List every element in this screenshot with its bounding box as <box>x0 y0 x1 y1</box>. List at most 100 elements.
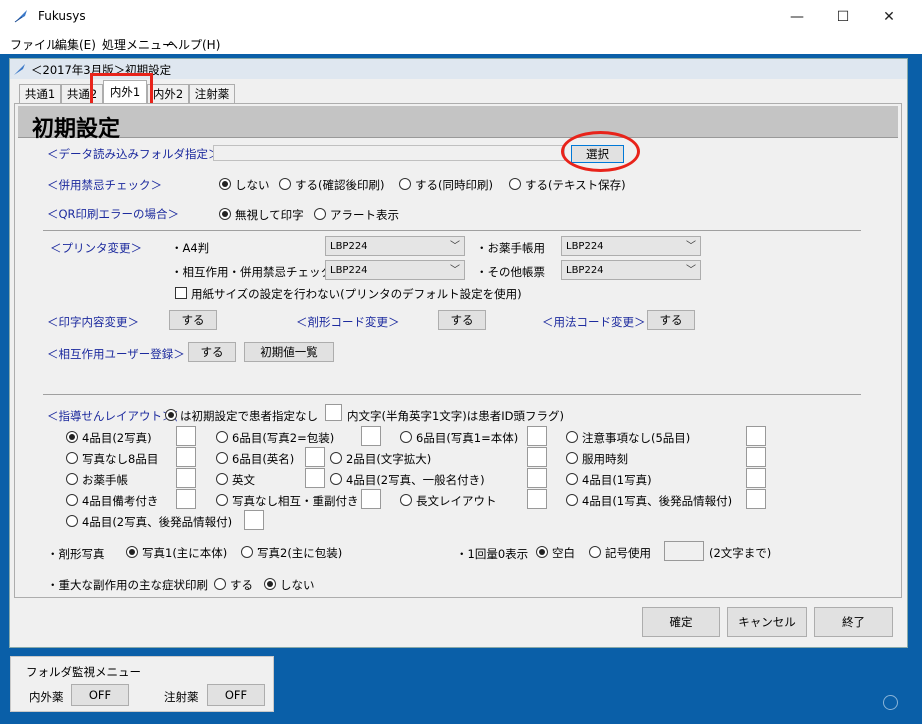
side-effect-radio-yes[interactable] <box>214 578 226 590</box>
menu-help[interactable]: ヘルプ(H) <box>166 36 220 53</box>
layout-radio-5[interactable] <box>66 452 78 464</box>
layout-option-12: 4品目(1写真) <box>582 473 652 487</box>
form-code-button[interactable]: する <box>438 310 486 330</box>
layout-flag-8[interactable] <box>746 447 766 467</box>
print-change-button[interactable]: する <box>169 310 217 330</box>
chevron-down-icon: ﹀ <box>686 265 696 276</box>
side-effect-option-no: しない <box>280 578 315 592</box>
interact-user-button[interactable]: する <box>188 342 236 362</box>
layout-flag-14[interactable] <box>361 489 381 509</box>
layout-radio-2[interactable] <box>216 431 228 443</box>
layout-radio-14[interactable] <box>216 494 228 506</box>
layout-radio-12[interactable] <box>566 473 578 485</box>
maximize-button[interactable]: ☐ <box>820 0 866 34</box>
qr-radio-ignore[interactable] <box>219 208 231 220</box>
layout-flag-13[interactable] <box>176 489 196 509</box>
layout-flag-10[interactable] <box>305 468 325 488</box>
layout-flag-11[interactable] <box>527 468 547 488</box>
layout-flag-2[interactable] <box>361 426 381 446</box>
layout-radio-6[interactable] <box>216 452 228 464</box>
layout-radio-4[interactable] <box>566 431 578 443</box>
close-button[interactable]: ✕ <box>866 0 912 34</box>
usage-code-button[interactable]: する <box>647 310 695 330</box>
tab-common1[interactable]: 共通1 <box>19 84 61 103</box>
dose-zero-symbol-input[interactable] <box>664 541 704 561</box>
side-effect-option-yes: する <box>230 578 253 592</box>
layout-flag-1[interactable] <box>176 426 196 446</box>
combo-check-radio-none[interactable] <box>219 178 231 190</box>
layout-radio-10[interactable] <box>216 473 228 485</box>
minimize-button[interactable]: — <box>774 0 820 34</box>
paper-size-checkbox[interactable] <box>175 287 187 299</box>
layout-flag-7[interactable] <box>527 447 547 467</box>
layout-flag-9[interactable] <box>176 468 196 488</box>
layout-option-1: 4品目(2写真) <box>82 431 152 445</box>
form-photo-radio-1[interactable] <box>126 546 138 558</box>
dose-zero-radio-symbol[interactable] <box>589 546 601 558</box>
layout-radio-8[interactable] <box>566 452 578 464</box>
form-photo-radio-2[interactable] <box>241 546 253 558</box>
confirm-button[interactable]: 確定 <box>642 607 720 637</box>
layout-radio-17[interactable] <box>66 515 78 527</box>
layout-radio-7[interactable] <box>330 452 342 464</box>
layout-radio-15[interactable] <box>400 494 412 506</box>
layout-flag-6[interactable] <box>305 447 325 467</box>
layout-flag-5[interactable] <box>176 447 196 467</box>
dose-zero-label: ・1回量0表示 <box>456 547 529 561</box>
layout-flag-17[interactable] <box>244 510 264 530</box>
monitor-internal-toggle[interactable]: OFF <box>71 684 129 706</box>
side-effect-radio-no[interactable] <box>264 578 276 590</box>
combo-check-option-confirm: する(確認後印刷) <box>295 178 385 192</box>
menu-file[interactable]: ファイル <box>10 36 58 53</box>
layout-option-11: 4品目(2写真、一般名付き) <box>346 473 485 487</box>
layout-legend-radio-icon <box>165 409 177 421</box>
menu-edit[interactable]: 編集(E) <box>55 36 96 53</box>
printer-notebook-select[interactable]: LBP224 ﹀ <box>561 236 701 256</box>
layout-radio-9[interactable] <box>66 473 78 485</box>
layout-radio-1[interactable] <box>66 431 78 443</box>
layout-radio-3[interactable] <box>400 431 412 443</box>
layout-option-14: 写真なし相互・重副付き <box>232 494 359 508</box>
layout-radio-13[interactable] <box>66 494 78 506</box>
layout-option-6: 6品目(英名) <box>232 452 295 466</box>
tab-internal2[interactable]: 内外2 <box>147 84 189 103</box>
busy-indicator-icon <box>883 695 898 710</box>
layout-option-13: 4品目備考付き <box>82 494 159 508</box>
layout-radio-11[interactable] <box>330 473 342 485</box>
initial-values-button[interactable]: 初期値一覧 <box>244 342 334 362</box>
layout-flag-12[interactable] <box>746 468 766 488</box>
chevron-down-icon: ﹀ <box>450 265 460 276</box>
exit-button[interactable]: 終了 <box>814 607 893 637</box>
layout-flag-4[interactable] <box>746 426 766 446</box>
printer-a4-select[interactable]: LBP224 ﹀ <box>325 236 465 256</box>
layout-flag-16[interactable] <box>746 489 766 509</box>
combo-check-radio-simultaneous[interactable] <box>399 178 411 190</box>
layout-option-5: 写真なし8品目 <box>82 452 159 466</box>
printer-other-value: LBP224 <box>566 265 604 276</box>
printer-other-select[interactable]: LBP224 ﹀ <box>561 260 701 280</box>
folder-path-field[interactable] <box>213 145 565 161</box>
printer-a4-value: LBP224 <box>330 241 368 252</box>
qr-option-alert: アラート表示 <box>330 208 399 222</box>
printer-notebook-label: ・お薬手帳用 <box>476 241 545 255</box>
tab-injection[interactable]: 注射薬 <box>189 84 235 103</box>
printer-interact-select[interactable]: LBP224 ﹀ <box>325 260 465 280</box>
divider <box>43 230 861 231</box>
combo-check-radio-text[interactable] <box>509 178 521 190</box>
monitor-inject-toggle[interactable]: OFF <box>207 684 265 706</box>
highlight-select-annotation <box>561 131 640 172</box>
dose-zero-radio-blank[interactable] <box>536 546 548 558</box>
layout-radio-16[interactable] <box>566 494 578 506</box>
usage-code-label: ＜用法コード変更＞ <box>542 315 646 329</box>
window-title: Fukusys <box>38 9 86 23</box>
combo-check-option-simultaneous: する(同時印刷) <box>415 178 493 192</box>
qr-radio-alert[interactable] <box>314 208 326 220</box>
layout-option-16: 4品目(1写真、後発品情報付) <box>582 494 733 508</box>
cancel-button[interactable]: キャンセル <box>727 607 807 637</box>
layout-flag-3[interactable] <box>527 426 547 446</box>
layout-option-7: 2品目(文字拡大) <box>346 452 432 466</box>
menu-process[interactable]: 処理メニュー <box>102 36 174 53</box>
layout-option-17: 4品目(2写真、後発品情報付) <box>82 515 233 529</box>
layout-flag-15[interactable] <box>527 489 547 509</box>
combo-check-radio-confirm[interactable] <box>279 178 291 190</box>
